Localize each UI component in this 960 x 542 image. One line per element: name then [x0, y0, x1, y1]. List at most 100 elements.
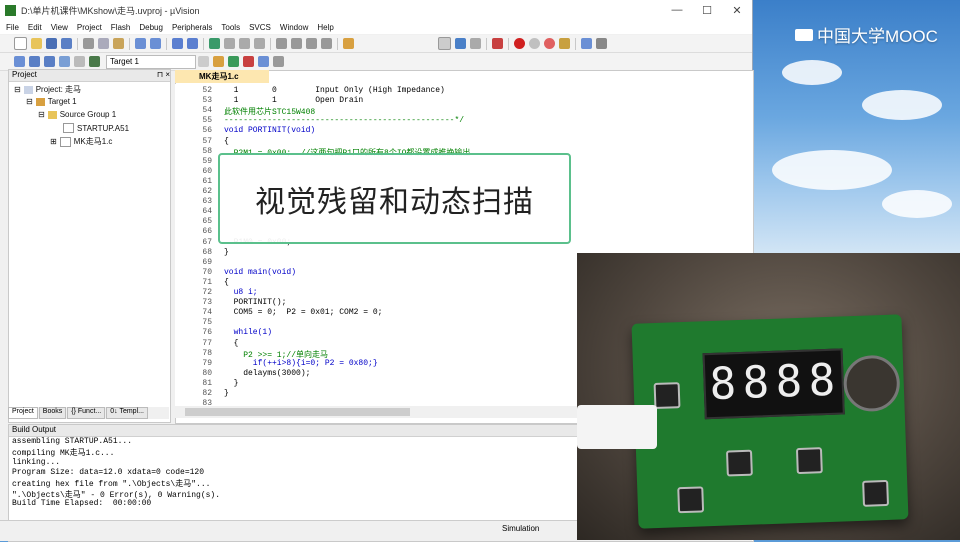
build-icon[interactable] [29, 56, 40, 67]
menu-debug[interactable]: Debug [139, 23, 163, 32]
comment-icon[interactable] [306, 38, 317, 49]
undo-icon[interactable] [135, 38, 146, 49]
settings-icon[interactable] [559, 38, 570, 49]
save-all-icon[interactable] [61, 38, 72, 49]
bookmark-clear-icon[interactable] [254, 38, 265, 49]
find-dropdown-icon[interactable] [438, 37, 451, 50]
uncomment-icon[interactable] [321, 38, 332, 49]
stop-build-icon[interactable] [74, 56, 85, 67]
code-line[interactable]: delayms(3000); [224, 369, 310, 378]
scroll-thumb[interactable] [185, 408, 410, 416]
target-options-icon[interactable] [213, 56, 224, 67]
menu-help[interactable]: Help [317, 23, 333, 32]
code-line[interactable]: 1 0 Input Only (High Impedance) [224, 86, 445, 95]
maximize-button[interactable]: ☐ [692, 4, 722, 17]
target-select[interactable]: Target 1 [106, 54, 196, 69]
select-packs-icon[interactable] [243, 56, 254, 67]
breakpoint-icon[interactable] [514, 38, 525, 49]
incremental-find-icon[interactable] [470, 38, 481, 49]
menu-svcs[interactable]: SVCS [249, 23, 271, 32]
mooc-watermark-text: 中国大学MOOC [817, 27, 938, 46]
menu-project[interactable]: Project [77, 23, 102, 32]
line-number: 81 [202, 378, 212, 388]
project-pane-tabs: Project Books {} Funct... 0↓ Templ... [8, 407, 169, 419]
menu-flash[interactable]: Flash [111, 23, 131, 32]
tab-books[interactable]: Books [38, 407, 67, 419]
find-icon[interactable] [455, 38, 466, 49]
code-line[interactable]: } [224, 389, 229, 398]
nav-back-icon[interactable] [172, 38, 183, 49]
breakpoint-disable-icon[interactable] [529, 38, 540, 49]
line-number: 69 [202, 257, 212, 267]
collapse-icon[interactable]: ⊟ [38, 110, 45, 119]
tab-templates[interactable]: 0↓ Templ... [106, 407, 148, 419]
manage-project-icon[interactable] [228, 56, 239, 67]
cut-icon[interactable] [83, 38, 94, 49]
redo-icon[interactable] [150, 38, 161, 49]
bookmark-icon[interactable] [209, 38, 220, 49]
code-line[interactable]: void PORTINIT(void) [224, 126, 315, 135]
window-layout-icon[interactable] [581, 38, 592, 49]
rte-icon[interactable] [273, 56, 284, 67]
find-in-files-icon[interactable] [343, 38, 354, 49]
menu-edit[interactable]: Edit [28, 23, 42, 32]
code-line[interactable]: COM5 = 0; P2 = 0x01; COM2 = 0; [224, 308, 383, 317]
code-line[interactable]: { [224, 278, 229, 287]
bookmark-prev-icon[interactable] [224, 38, 235, 49]
new-file-icon[interactable] [14, 37, 27, 50]
mooc-watermark: 中国大学MOOC [795, 22, 938, 47]
breakpoint-kill-icon[interactable] [544, 38, 555, 49]
unindent-icon[interactable] [291, 38, 302, 49]
tab-project[interactable]: Project [8, 407, 38, 419]
bookmark-next-icon[interactable] [239, 38, 250, 49]
close-button[interactable]: ✕ [722, 4, 752, 17]
target-dropdown-icon[interactable] [198, 56, 209, 67]
copy-icon[interactable] [98, 38, 109, 49]
rebuild-icon[interactable] [44, 56, 55, 67]
pack-installer-icon[interactable] [258, 56, 269, 67]
code-line[interactable]: void main(void) [224, 268, 296, 277]
code-line[interactable]: PORTINIT(); [224, 298, 287, 307]
collapse-icon[interactable]: ⊟ [26, 97, 33, 106]
tree-target-label: Target 1 [47, 97, 77, 106]
menu-view[interactable]: View [51, 23, 68, 32]
expand-icon[interactable]: ⊞ [50, 137, 57, 146]
tree-project[interactable]: ⊟ Project: 走马 [14, 84, 81, 95]
tree-target[interactable]: ⊟ Target 1 [26, 97, 77, 106]
menu-tools[interactable]: Tools [221, 23, 240, 32]
batch-build-icon[interactable] [59, 56, 70, 67]
code-line[interactable]: while(1) [224, 328, 272, 337]
open-file-icon[interactable] [31, 38, 42, 49]
pane-pin-close[interactable]: ⊓ × [157, 70, 170, 81]
code-line[interactable]: if(++i>8){i=0; P2 = 0x80;} [224, 359, 378, 368]
menu-peripherals[interactable]: Peripherals [172, 23, 212, 32]
code-line[interactable]: { [224, 137, 229, 146]
collapse-icon[interactable]: ⊟ [14, 85, 21, 94]
code-line[interactable]: ----------------------------------------… [224, 116, 464, 125]
tree-file-startup[interactable]: STARTUP.A51 [63, 123, 129, 133]
configure-icon[interactable] [596, 38, 607, 49]
paste-icon[interactable] [113, 38, 124, 49]
translate-icon[interactable] [14, 56, 25, 67]
tree-source-group[interactable]: ⊟ Source Group 1 [38, 110, 116, 119]
code-line[interactable]: { [224, 339, 239, 348]
code-line[interactable]: } [224, 248, 229, 257]
code-line[interactable]: u8 i; [224, 288, 258, 297]
save-icon[interactable] [46, 38, 57, 49]
code-line[interactable]: 1 1 Open Drain [224, 96, 364, 105]
tab-functions[interactable]: {} Funct... [67, 407, 106, 419]
editor-tab[interactable]: MK走马1.c [175, 70, 269, 83]
lesson-title-banner: 视觉残留和动态扫描 [218, 153, 571, 244]
indent-icon[interactable] [276, 38, 287, 49]
code-line[interactable]: } [224, 379, 239, 388]
line-number: 56 [202, 126, 212, 136]
menu-file[interactable]: File [6, 23, 19, 32]
display-digit: 8 [741, 357, 771, 409]
menu-window[interactable]: Window [280, 23, 308, 32]
tree-file-main[interactable]: ⊞ MK走马1.c [50, 136, 112, 147]
editor-tab-label: MK走马1.c [199, 72, 239, 81]
minimize-button[interactable]: — [662, 4, 692, 16]
debug-start-icon[interactable] [492, 38, 503, 49]
nav-forward-icon[interactable] [187, 38, 198, 49]
download-icon[interactable] [89, 56, 100, 67]
